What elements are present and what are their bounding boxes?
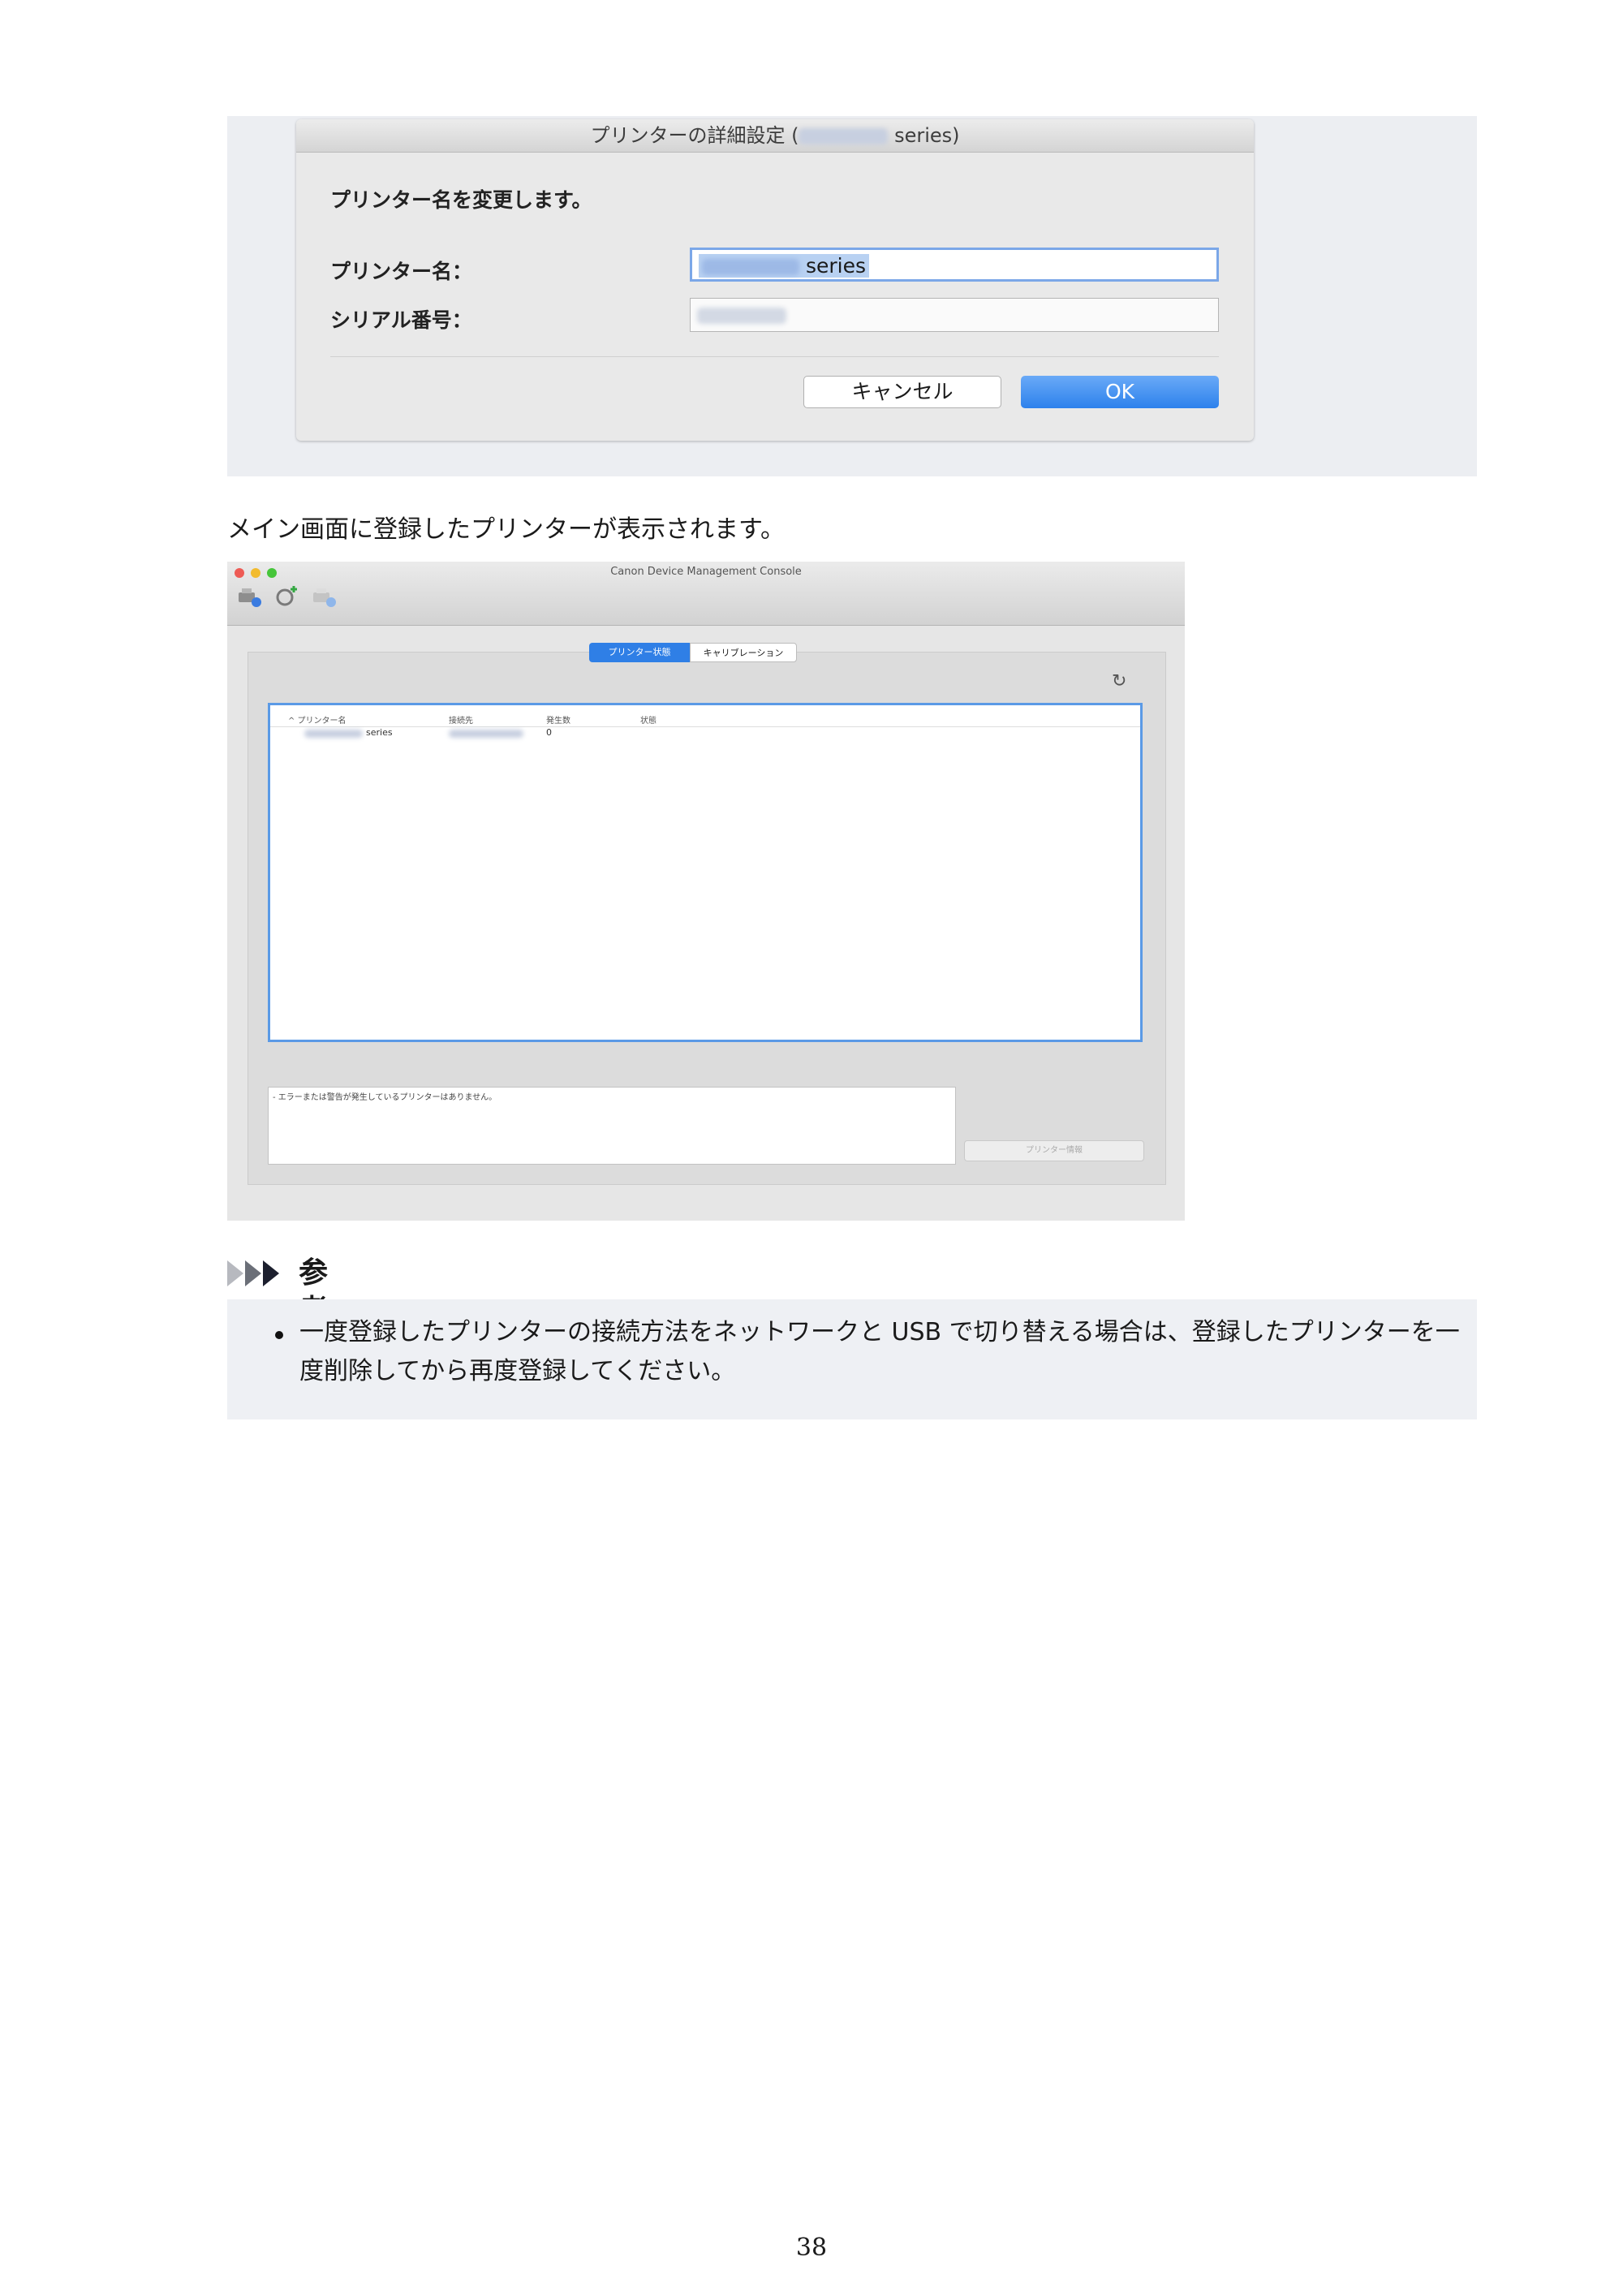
window-toolbar: Canon Device Management Console bbox=[227, 562, 1185, 626]
note-chevron-icon bbox=[263, 1260, 279, 1286]
status-message: - エラーまたは警告が発生しているプリンターはありません。 bbox=[273, 1093, 497, 1102]
table-row[interactable]: series 0 bbox=[270, 726, 1140, 741]
serial-number-label: シリアル番号： bbox=[330, 308, 472, 332]
printer-name-label: プリンター名： bbox=[330, 260, 473, 283]
column-header-connection[interactable]: 接続先 bbox=[449, 713, 473, 726]
blurred-model-name bbox=[304, 730, 363, 738]
list-header bbox=[270, 705, 1140, 727]
row-count: 0 bbox=[546, 727, 552, 738]
blurred-model-name bbox=[702, 259, 799, 275]
caption-text: メイン画面に登録したプリンターが表示されます。 bbox=[227, 515, 785, 544]
printer-name-value: series bbox=[805, 254, 866, 278]
printer-info-button[interactable]: プリンター情報 bbox=[964, 1140, 1144, 1161]
note-chevron-icon bbox=[245, 1260, 261, 1286]
dialog-heading: プリンター名を変更します。 bbox=[330, 188, 592, 212]
dialog-divider bbox=[330, 356, 1219, 357]
column-header-printer-name[interactable]: ^ プリンター名 bbox=[288, 713, 347, 726]
serial-number-field bbox=[690, 298, 1219, 332]
tab-printer-status[interactable]: プリンター状態 bbox=[589, 643, 690, 662]
dialog-title: プリンターの詳細設定 ( series) bbox=[296, 119, 1254, 153]
printer-name-field[interactable]: series bbox=[690, 248, 1219, 282]
tab-calibration[interactable]: キャリブレーション bbox=[690, 643, 797, 662]
printer-settings-dialog: プリンターの詳細設定 ( series) プリンター名を変更します。 プリンター… bbox=[296, 119, 1254, 441]
blurred-model-name bbox=[799, 128, 889, 144]
row-printer-name: series bbox=[366, 727, 393, 738]
note-item: 一度登録したプリンターの接続方法をネットワークと USB で切り替える場合は、登… bbox=[299, 1318, 1460, 1385]
printer-name-selection: series bbox=[699, 254, 869, 278]
note-chevron-icon bbox=[227, 1260, 243, 1286]
bullet-icon bbox=[275, 1331, 283, 1339]
add-printer-icon[interactable] bbox=[274, 584, 302, 609]
dialog-title-prefix: プリンターの詳細設定 ( bbox=[590, 124, 799, 147]
printer-list[interactable]: ^ プリンター名 接続先 発生数 状態 series 0 bbox=[268, 703, 1143, 1042]
column-header-status[interactable]: 状態 bbox=[640, 713, 657, 726]
cancel-button[interactable]: キャンセル bbox=[803, 376, 1001, 408]
dialog-title-suffix: series) bbox=[888, 124, 960, 147]
page-number: 38 bbox=[795, 2234, 828, 2262]
message-box: - エラーまたは警告が発生しているプリンターはありません。 bbox=[268, 1087, 956, 1165]
refresh-icon[interactable]: ↻ bbox=[1112, 671, 1126, 691]
column-header-count[interactable]: 発生数 bbox=[546, 713, 570, 726]
printer-info-icon[interactable] bbox=[312, 586, 339, 609]
blurred-connection bbox=[449, 730, 523, 738]
blurred-serial-number bbox=[697, 308, 786, 324]
window-title: Canon Device Management Console bbox=[610, 566, 802, 578]
printer-settings-icon[interactable] bbox=[237, 586, 265, 609]
main-window-figure: Canon Device Management Console プリンター状態 … bbox=[227, 562, 1185, 1221]
ok-button[interactable]: OK bbox=[1021, 376, 1219, 408]
